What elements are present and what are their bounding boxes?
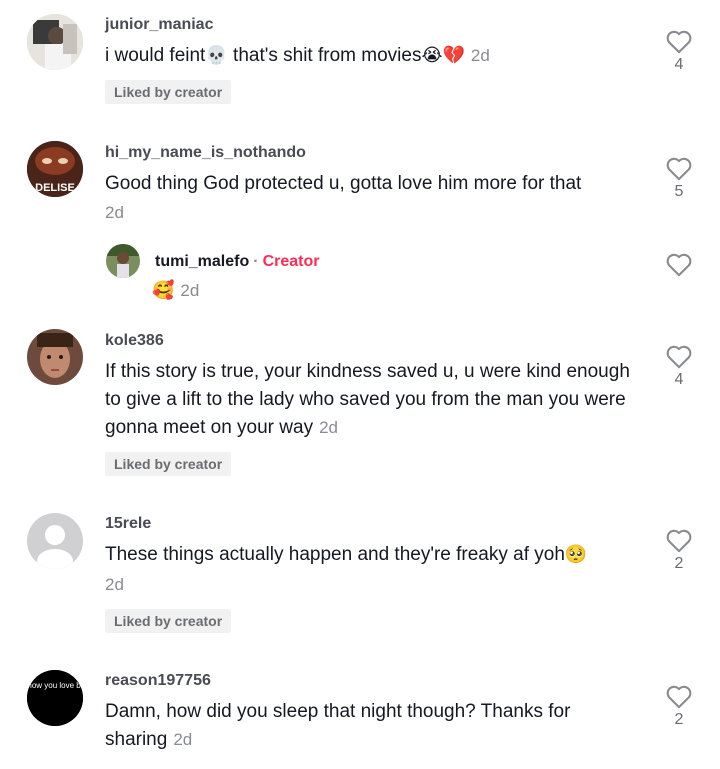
like-count: 2	[674, 555, 684, 572]
like-count: 4	[674, 371, 684, 388]
avatar[interactable]	[27, 329, 83, 385]
comment-text-part: These things actually happen and they're…	[105, 544, 565, 565]
smiling-hearts-emoji: 🥰	[152, 280, 175, 301]
avatar[interactable]: DELISE	[27, 141, 83, 197]
comment-time: 2d	[173, 730, 193, 749]
like-button[interactable]: 4	[662, 343, 696, 389]
heart-outline-icon	[666, 253, 692, 277]
heart-outline-icon	[666, 345, 692, 369]
like-count: 4	[674, 56, 684, 73]
like-count: 2	[674, 711, 684, 728]
comment-username[interactable]: reason197756	[105, 672, 211, 690]
reply-username[interactable]: tumi_malefo	[155, 253, 249, 270]
avatar-text: You don't know you love be gives bea	[27, 681, 83, 690]
comment-text: Good thing God protected u, gotta love h…	[105, 173, 582, 194]
comment-text: If this story is true, your kindness sav…	[105, 358, 635, 442]
liked-by-creator-badge: Liked by creator	[105, 80, 232, 104]
comment-username[interactable]: 15rele	[105, 515, 151, 533]
avatar-text: DELISE	[35, 182, 75, 194]
like-button[interactable]: 4	[662, 28, 696, 74]
comment-username[interactable]: kole386	[105, 332, 164, 350]
like-count: 5	[674, 183, 684, 200]
heart-outline-icon	[666, 157, 692, 181]
liked-by-creator-badge: Liked by creator	[105, 609, 232, 633]
heart-outline-icon	[666, 685, 692, 709]
liked-by-creator-badge: Liked by creator	[105, 452, 232, 476]
comment-time: 2d	[105, 203, 124, 222]
avatar-photo: You don't know you love be gives bea	[27, 670, 83, 726]
like-button[interactable]: 5	[662, 155, 696, 201]
pleading-face-emoji: 🥺	[564, 544, 588, 565]
reply-text: 🥰 2d	[152, 277, 692, 305]
avatar[interactable]	[27, 14, 83, 70]
comment-username[interactable]: hi_my_name_is_nothando	[105, 144, 306, 162]
avatar-photo	[27, 14, 83, 70]
comment-time: 2d	[319, 418, 338, 437]
comment-time: 2d	[470, 46, 490, 65]
avatar[interactable]	[27, 513, 83, 569]
default-avatar-icon	[27, 513, 83, 569]
comment-time: 2d	[105, 575, 124, 594]
comment-text: These things actually happen and they're…	[105, 541, 665, 569]
heart-outline-icon	[666, 30, 692, 54]
avatar-photo	[106, 244, 140, 278]
comment-username[interactable]: junior_maniac	[105, 16, 213, 34]
creator-tag: Creator	[262, 253, 320, 270]
comment-text: i would feint💀 that's shit from movies😭💔…	[105, 42, 645, 70]
avatar[interactable]: You don't know you love be gives bea	[27, 670, 83, 726]
skull-emoji: 💀	[205, 45, 228, 66]
like-button[interactable]: 2	[662, 527, 696, 573]
comment-text-part: that's shit from movies	[227, 45, 422, 66]
like-button[interactable]	[662, 251, 696, 277]
avatar-photo: DELISE	[27, 141, 83, 197]
heart-outline-icon	[666, 529, 692, 553]
avatar-photo	[27, 329, 83, 385]
crying-broken-heart-emoji: 😭💔	[421, 45, 465, 66]
like-button[interactable]: 2	[662, 683, 696, 729]
separator-dot: ·	[253, 253, 259, 270]
comment-text-part: i would feint	[105, 45, 206, 66]
comment-text: Damn, how did you sleep that night thoug…	[105, 698, 635, 754]
reply-username-row: tumi_malefo · Creator	[155, 253, 319, 271]
comment-text-part: If this story is true, your kindness sav…	[105, 361, 630, 438]
avatar[interactable]	[106, 244, 140, 278]
comment-time: 2d	[180, 281, 200, 300]
